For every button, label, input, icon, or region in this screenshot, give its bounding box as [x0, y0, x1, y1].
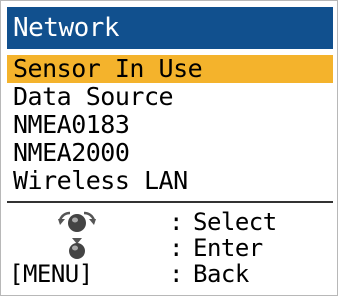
rotary-knob-icon [7, 209, 147, 235]
key-legend: : Select : Enter [MENU] : Back [7, 207, 333, 291]
menu-item-sensor-in-use[interactable]: Sensor In Use [7, 55, 333, 83]
legend-divider [7, 201, 333, 203]
legend-label-select: Select [193, 208, 277, 236]
legend-label-enter: Enter [193, 234, 263, 262]
menu-item-wireless-lan[interactable]: Wireless LAN [7, 167, 333, 195]
menu-list: Sensor In Use Data Source NMEA0183 NMEA2… [7, 53, 333, 197]
network-menu-window: Network Sensor In Use Data Source NMEA01… [0, 0, 338, 296]
legend-row-back: [MENU] : Back [7, 261, 333, 287]
legend-row-enter: : Enter [7, 235, 333, 261]
legend-row-select: : Select [7, 209, 333, 235]
menu-title: Network [7, 7, 333, 49]
legend-label-back: Back [193, 260, 249, 288]
legend-separator: : [169, 234, 183, 262]
menu-item-data-source[interactable]: Data Source [7, 83, 333, 111]
knob-push-icon [7, 235, 147, 261]
menu-key-label: [MENU] [9, 260, 93, 288]
menu-item-nmea0183[interactable]: NMEA0183 [7, 111, 333, 139]
menu-item-nmea2000[interactable]: NMEA2000 [7, 139, 333, 167]
legend-separator: : [169, 260, 183, 288]
legend-separator: : [169, 208, 183, 236]
